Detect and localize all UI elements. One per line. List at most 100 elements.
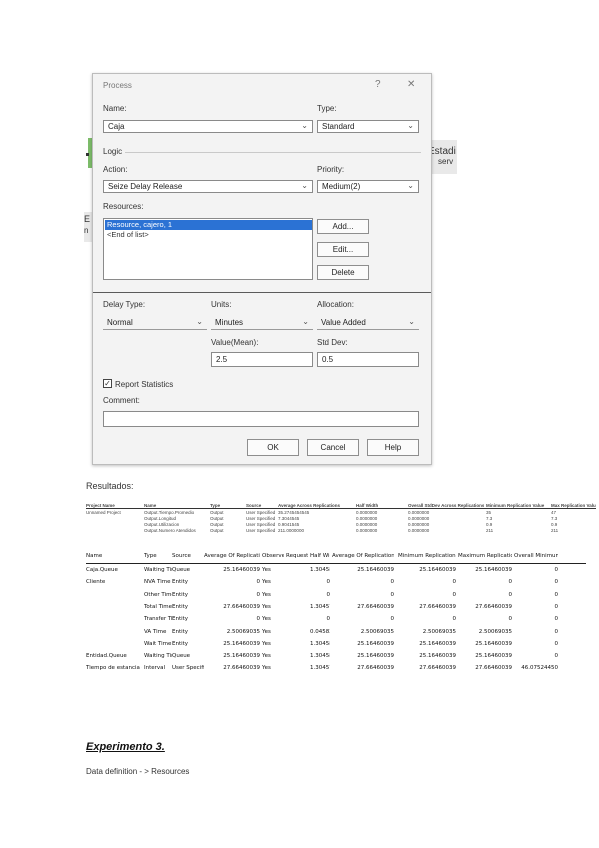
table-cell: 7.3	[551, 516, 558, 521]
mean-input[interactable]: 2.5	[211, 352, 313, 367]
table-cell: 0.0000000	[356, 510, 378, 515]
table-cell: 25.16460039	[419, 567, 456, 573]
table-cell: 0	[554, 603, 559, 610]
table-cell: 1.30458100	[310, 640, 330, 647]
table-cell: 7.3044545	[278, 516, 300, 521]
report-statistics-checkbox[interactable]: ✓	[103, 379, 112, 388]
table-cell: Interval	[144, 665, 166, 672]
table-cell: 35.2745454545	[278, 510, 310, 515]
table-row: Output.Numero Atendidos Output User Specif…	[86, 528, 596, 533]
dialog-titlebar: Process ? ✕	[93, 74, 431, 96]
delete-button[interactable]: Delete	[317, 265, 369, 280]
resources-label: Resources:	[103, 202, 144, 211]
comment-label: Comment:	[103, 396, 140, 405]
table-cell: Yes	[262, 591, 271, 598]
table-cell: 25.16460039	[475, 567, 512, 573]
table-cell: 0	[554, 591, 559, 598]
table-row: VA TimeEntity2.50069035Yes0.045820292.50…	[86, 628, 586, 639]
table-cell: 1.30457100	[310, 603, 330, 610]
column-header: Name	[86, 553, 103, 559]
name-label: Name:	[103, 104, 127, 113]
units-value: Minutes	[215, 318, 244, 327]
background-text-left-1: E	[84, 214, 91, 224]
allocation-combo[interactable]: Value Added ⌄	[317, 317, 419, 330]
table-cell: 0.0000000	[356, 528, 378, 533]
table-cell: 0	[508, 591, 513, 598]
table-cell: 7.3	[486, 516, 493, 521]
column-header: Type	[144, 553, 157, 559]
table-cell: Yes	[262, 567, 271, 573]
table-cell: Cliente	[86, 579, 106, 586]
table-cell: Queue	[172, 567, 191, 573]
table-row: Entidad.Queue Waiting TimeQueue 25.1646003…	[86, 652, 586, 663]
table-cell: Output.Longitud	[144, 516, 177, 521]
table-cell: Yes	[262, 640, 271, 647]
table-cell: User Specified	[246, 510, 276, 515]
table-cell: Output.Tiempo.Promedio	[144, 510, 195, 515]
name-combo[interactable]: Caja ⌄	[103, 120, 313, 133]
units-label: Units:	[211, 300, 232, 309]
resources-list[interactable]: Resource, cajero, 1 <End of list>	[103, 218, 313, 280]
name-value: Caja	[108, 122, 125, 131]
table-cell: Waiting Time	[144, 567, 172, 573]
table-cell: Yes	[262, 579, 271, 586]
table-cell: Entity	[172, 591, 189, 598]
process-dialog: Process ? ✕ Name: Caja ⌄ Type: Standard …	[92, 73, 432, 465]
list-item[interactable]: <End of list>	[105, 230, 149, 240]
dialog-title: Process	[103, 81, 132, 90]
column-header: Average Of Replication Averages	[204, 553, 260, 559]
table-cell: 0	[554, 616, 559, 623]
chevron-down-icon: ⌄	[301, 121, 308, 130]
delay-type-combo[interactable]: Normal ⌄	[103, 317, 207, 330]
comment-input[interactable]	[103, 411, 419, 427]
logic-group-divider	[125, 152, 421, 153]
results-heading: Resultados:	[86, 481, 134, 491]
action-value: Seize Delay Release	[108, 182, 183, 191]
table-cell: 0.9	[551, 522, 558, 527]
table-cell: 0	[256, 616, 261, 623]
units-combo[interactable]: Minutes ⌄	[211, 317, 313, 330]
table-cell: Output	[210, 528, 224, 533]
background-text-right-1: Estadi	[428, 146, 456, 157]
table-cell: NVA Time	[144, 579, 171, 586]
table-cell: Yes	[262, 616, 271, 623]
close-icon[interactable]: ✕	[407, 79, 415, 90]
table-cell: 27.66460039	[357, 665, 394, 672]
table-cell: 0	[554, 640, 559, 647]
list-item[interactable]: Resource, cajero, 1	[105, 220, 312, 230]
table-row: Caja.QueueWaiting TimeQueue25.16460039Ye…	[86, 566, 586, 577]
cancel-button[interactable]: Cancel	[307, 439, 359, 456]
table-cell: 0.9	[486, 522, 493, 527]
background-dot	[86, 153, 89, 156]
table-cell: Yes	[262, 665, 271, 672]
table-row: Total TimeEntity27.66460039Yes1.30457100…	[86, 603, 586, 614]
chevron-down-icon: ⌄	[407, 121, 414, 130]
table-cell: User Specified	[246, 522, 276, 527]
table-cell: Yes	[262, 653, 271, 660]
chevron-down-icon: ⌄	[301, 181, 308, 190]
action-combo[interactable]: Seize Delay Release ⌄	[103, 180, 313, 193]
priority-combo[interactable]: Medium(2) ⌄	[317, 180, 419, 193]
allocation-label: Allocation:	[317, 300, 354, 309]
edit-button[interactable]: Edit...	[317, 242, 369, 257]
help-button[interactable]: Help	[367, 439, 419, 456]
ok-button[interactable]: OK	[247, 439, 299, 456]
column-header: Observed	[262, 553, 284, 559]
table-cell: Output.Numero Atendidos	[144, 528, 196, 533]
experiment-heading: Experimento 3.	[86, 741, 165, 753]
help-icon[interactable]: ?	[375, 79, 381, 90]
stddev-input[interactable]: 0.5	[317, 352, 419, 367]
add-button[interactable]: Add...	[317, 219, 369, 234]
column-header: Half Width	[356, 503, 379, 508]
column-header: Source	[246, 503, 262, 508]
background-text-right-2: serv	[438, 157, 454, 166]
type-combo[interactable]: Standard ⌄	[317, 120, 419, 133]
type-value: Standard	[322, 122, 355, 131]
table-cell: Output	[210, 510, 224, 515]
table-cell: User Specified	[172, 665, 204, 672]
table-cell: 35	[486, 510, 492, 515]
chevron-down-icon: ⌄	[302, 317, 309, 326]
table-cell: 0	[390, 579, 395, 586]
table-cell: Waiting Time	[144, 653, 172, 660]
table-cell: Yes	[262, 628, 271, 635]
